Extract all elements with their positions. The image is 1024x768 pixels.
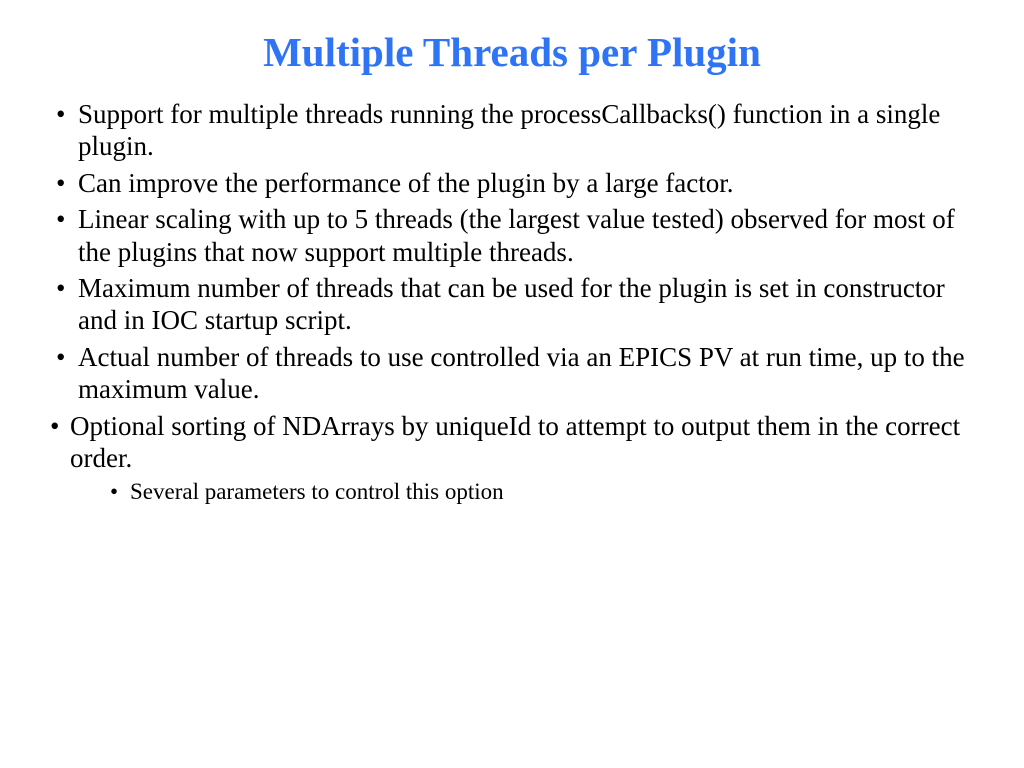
bullet-item: Optional sorting of NDArrays by uniqueId… <box>50 410 974 475</box>
bullet-item: Maximum number of threads that can be us… <box>50 272 974 337</box>
sub-bullet-item: Several parameters to control this optio… <box>50 478 974 507</box>
bullet-item: Actual number of threads to use controll… <box>50 341 974 406</box>
bullet-item: Linear scaling with up to 5 threads (the… <box>50 203 974 268</box>
slide-title: Multiple Threads per Plugin <box>50 28 974 76</box>
bullet-list: Support for multiple threads running the… <box>50 98 974 507</box>
bullet-item: Support for multiple threads running the… <box>50 98 974 163</box>
bullet-item: Can improve the performance of the plugi… <box>50 167 974 199</box>
